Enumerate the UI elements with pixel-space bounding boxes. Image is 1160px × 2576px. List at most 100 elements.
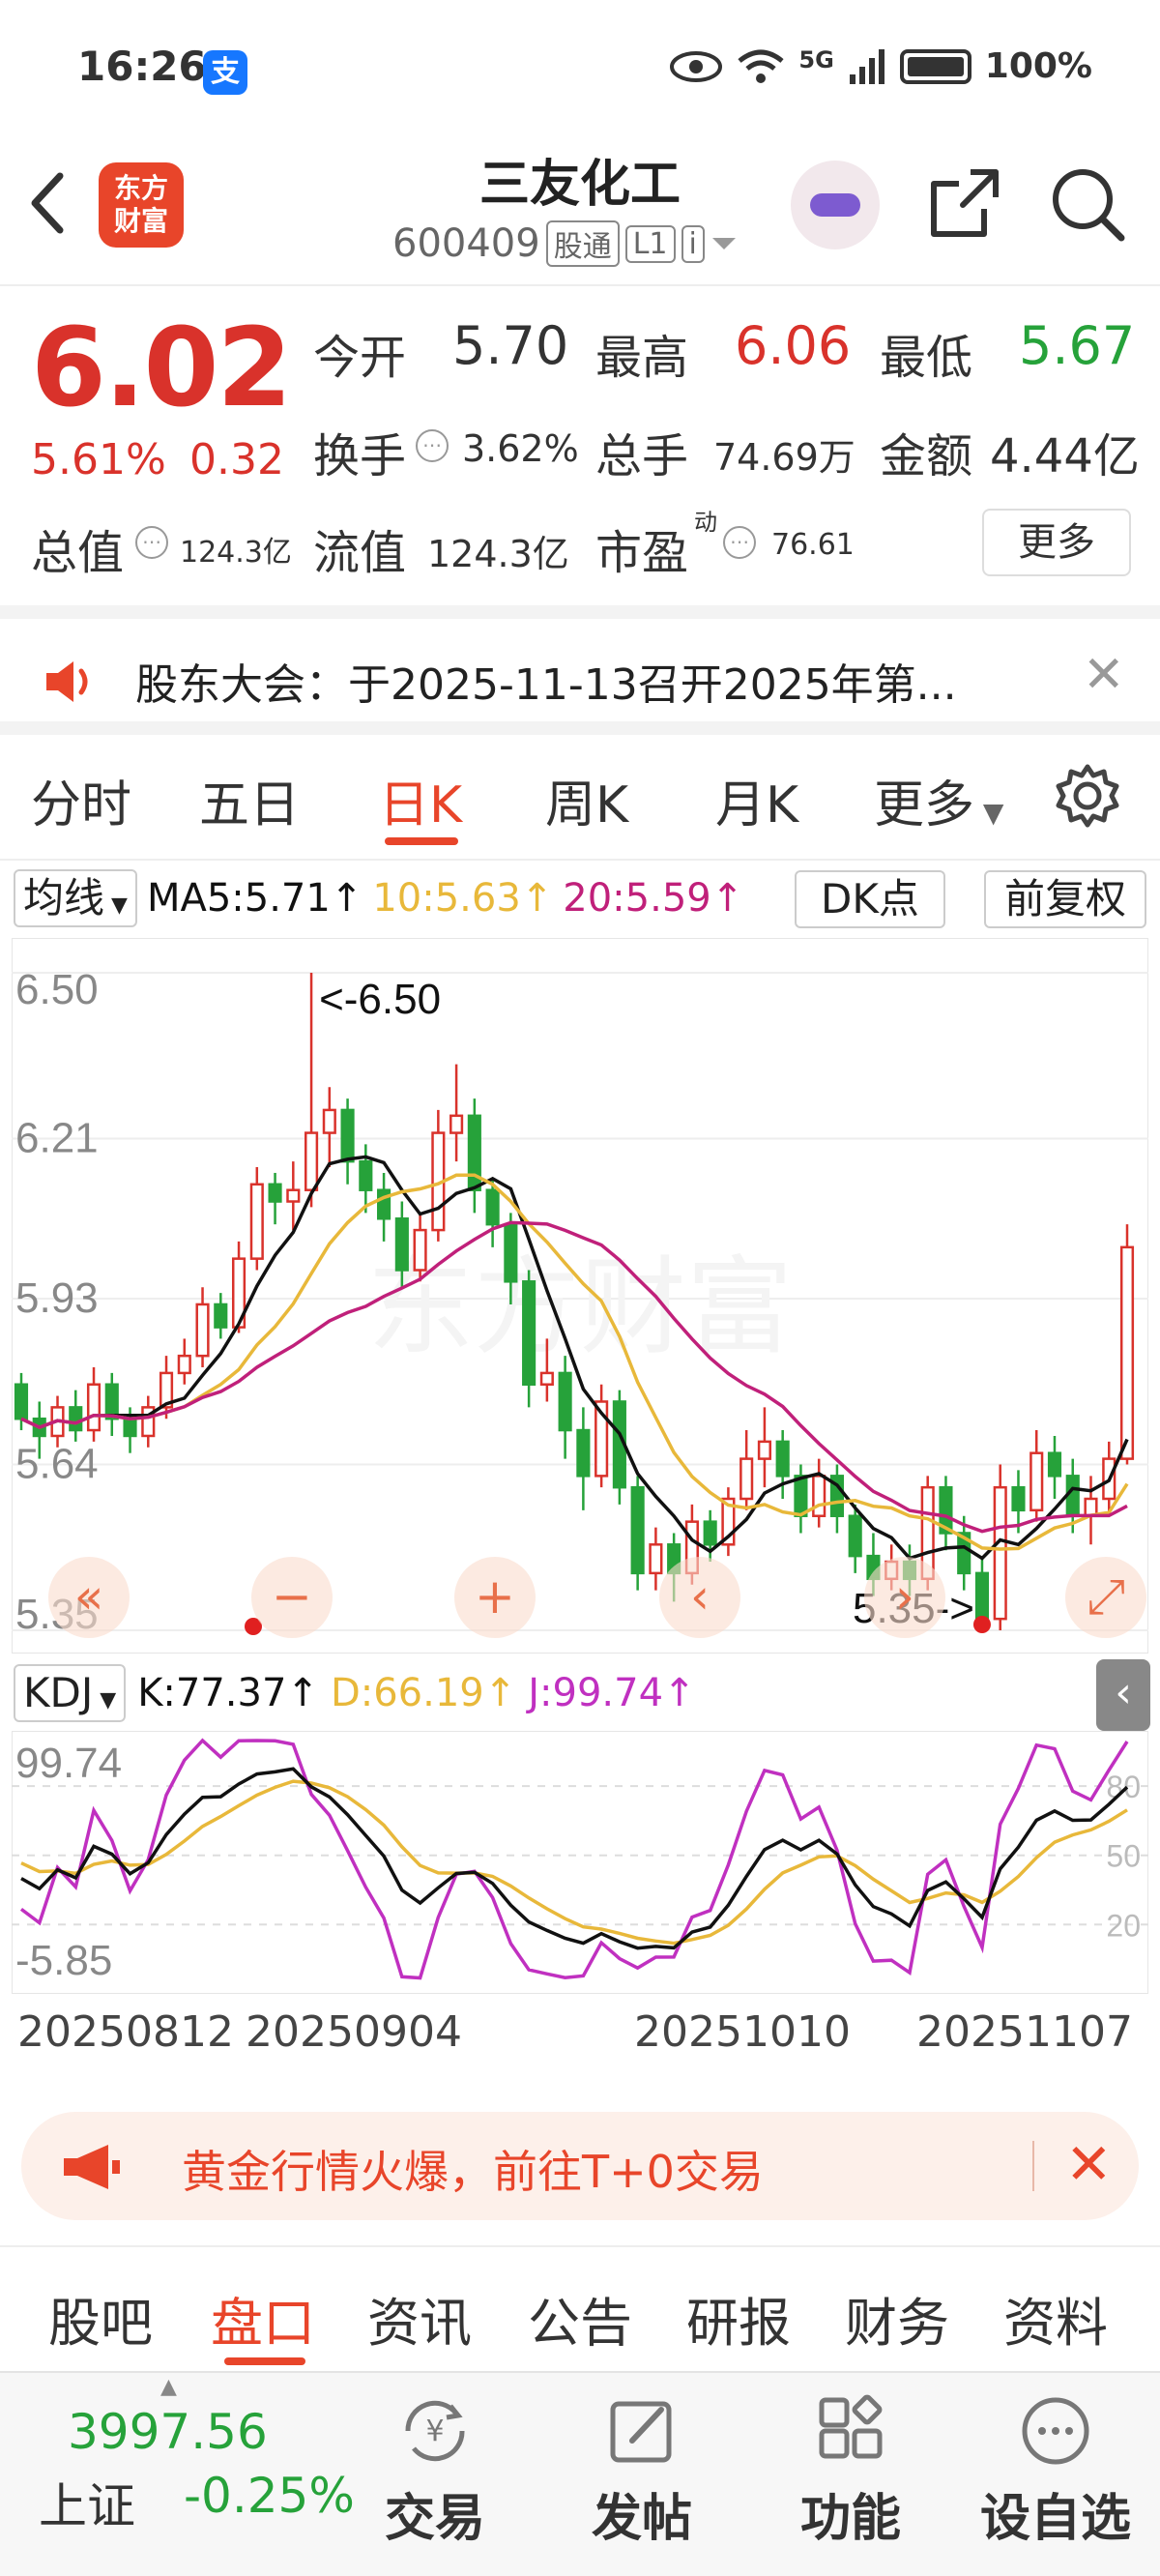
close-icon[interactable]: ✕	[1083, 646, 1125, 704]
app-logo[interactable]: 东方 财富	[99, 162, 184, 248]
ma-selector-label: 均线	[23, 874, 105, 922]
ma5-value: MA5:5.71↑	[146, 876, 363, 921]
tab-announcements[interactable]: 公告	[528, 2280, 632, 2356]
candle-up	[413, 1228, 427, 1272]
volume-value: 74.69万	[713, 436, 856, 479]
system-icons: 5G 100%	[669, 46, 1092, 86]
info-icon[interactable]: ⋯	[135, 526, 168, 559]
chevron-right-button[interactable]: ›	[864, 1557, 945, 1638]
candle-down	[522, 1280, 536, 1386]
index-value[interactable]: 3997.56	[68, 2404, 268, 2460]
divider	[0, 284, 1160, 286]
kdj-chart[interactable]: 80 50 20 99.74 -5.85	[12, 1731, 1148, 1994]
y-tick-label: 6.21	[15, 1114, 99, 1161]
candle-down	[485, 1188, 500, 1226]
tab-more[interactable]: 更多 ▼	[874, 764, 1003, 836]
candle-up	[1030, 1451, 1044, 1512]
date-axis: 20250812 20250904 20251010 20251107	[0, 2002, 1160, 2089]
expand-button[interactable]: ⤢	[1065, 1557, 1146, 1638]
index-change[interactable]: -0.25%	[184, 2468, 355, 2524]
tab-five-day[interactable]: 五日	[199, 764, 300, 836]
functions-button[interactable]: 功能	[773, 2392, 928, 2550]
candle-down	[359, 1159, 373, 1191]
candle-up	[539, 1371, 554, 1386]
open-value: 5.70	[452, 315, 569, 376]
chevron-left-icon	[31, 172, 64, 234]
indicator-selector[interactable]: KDJ ▼	[14, 1664, 127, 1722]
high-label: 最高	[595, 331, 689, 385]
candlestick-chart[interactable]: 6.506.215.935.645.35东方财富<-6.505.35->«−+‹…	[12, 938, 1148, 1654]
share-button[interactable]	[928, 166, 1001, 240]
tab-profile[interactable]: 资料	[1003, 2280, 1108, 2356]
zoom-out-button[interactable]: −	[251, 1557, 333, 1638]
tab-news[interactable]: 资讯	[367, 2280, 472, 2356]
kdj-tick-label: 20	[1106, 1908, 1141, 1943]
float-label: 流值	[313, 526, 407, 580]
promo-banner[interactable]: 黄金行情火爆，前往T+0交易 ✕	[21, 2112, 1139, 2220]
info-icon[interactable]: ⋯	[416, 429, 449, 462]
yuan-exchange-icon: ¥	[405, 2400, 465, 2462]
chart-settings-button[interactable]	[1054, 762, 1121, 830]
volume-label: 总手	[595, 429, 689, 483]
index-name[interactable]: 上证	[39, 2468, 135, 2537]
max-price-label: <-6.50	[319, 976, 441, 1023]
more-quote-button[interactable]: 更多	[982, 509, 1131, 576]
logo-line-2: 财富	[113, 205, 168, 237]
candle-up	[286, 1188, 301, 1203]
chevron-left-button[interactable]: ‹	[659, 1557, 740, 1638]
tab-weekly-k[interactable]: 周K	[545, 764, 628, 836]
candle-down	[576, 1428, 591, 1478]
speaker-icon	[46, 661, 88, 702]
tab-forum[interactable]: 股吧	[48, 2280, 153, 2356]
candle-up	[757, 1440, 771, 1460]
tab-monthly-k[interactable]: 月K	[715, 764, 798, 836]
candle-down	[630, 1485, 645, 1575]
candle-down	[703, 1520, 717, 1546]
candle-up	[304, 1131, 319, 1191]
close-icon[interactable]: ✕	[1065, 2131, 1113, 2197]
kdj-j-value: J:99.74↑	[528, 1671, 696, 1715]
trade-button[interactable]: ¥ 交易	[358, 2392, 512, 2550]
marker-dot	[972, 1616, 991, 1633]
section-tabs: 股吧 盘口 资讯 公告 研报 财务 资料	[0, 2245, 1160, 2371]
tab-more-label: 更多	[874, 776, 975, 834]
candle-up	[649, 1543, 663, 1575]
candle-up	[993, 1485, 1007, 1621]
ma-selector[interactable]: 均线 ▼	[14, 869, 137, 927]
add-watchlist-button[interactable]: 设自选	[978, 2392, 1133, 2550]
network-label: 5G	[798, 46, 834, 73]
logo-line-1: 东方	[113, 172, 168, 204]
candle-up	[322, 1108, 336, 1134]
candle-up	[450, 1114, 464, 1134]
post-button[interactable]: 发帖	[565, 2392, 719, 2550]
dk-point-button[interactable]: DK点	[795, 870, 945, 928]
tab-financials[interactable]: 财务	[845, 2280, 949, 2356]
info-tag[interactable]: i	[681, 224, 705, 263]
date-tick: 20250904	[246, 2007, 462, 2057]
candle-up	[195, 1303, 210, 1358]
svg-text:¥: ¥	[425, 2415, 444, 2448]
adjust-selector[interactable]: 前复权	[984, 870, 1146, 928]
candle-down	[340, 1108, 355, 1163]
bottom-bar: ▲ 3997.56 上证 -0.25% ¥ 交易 发帖 功能 设自选	[0, 2371, 1160, 2576]
rewind-button[interactable]: «	[48, 1557, 130, 1638]
more-dots-icon	[1022, 2397, 1089, 2465]
back-button[interactable]	[23, 164, 81, 242]
indicator-selector-label: KDJ	[23, 1669, 94, 1716]
ai-assistant-icon[interactable]	[791, 161, 880, 249]
chart-frame	[12, 1731, 1148, 1994]
kdj-d-value: D:66.19↑	[330, 1671, 517, 1715]
zoom-in-button[interactable]: +	[454, 1557, 536, 1638]
candle-down	[1011, 1485, 1026, 1512]
level-tag: L1	[624, 224, 676, 263]
tab-order-book[interactable]: 盘口	[211, 2280, 315, 2356]
tab-intraday[interactable]: 分时	[31, 764, 131, 836]
collapse-panel-button[interactable]: ‹	[1096, 1659, 1150, 1731]
info-icon[interactable]: ⋯	[723, 526, 756, 559]
tab-research[interactable]: 研报	[686, 2280, 791, 2356]
search-button[interactable]	[1050, 166, 1127, 244]
active-tab-indicator	[385, 837, 458, 845]
tab-daily-k[interactable]: 日K	[379, 764, 462, 836]
candle-down	[974, 1571, 990, 1621]
notice-bar[interactable]: 股东大会：于2025-11-13召开2025年第... ✕	[0, 605, 1160, 735]
